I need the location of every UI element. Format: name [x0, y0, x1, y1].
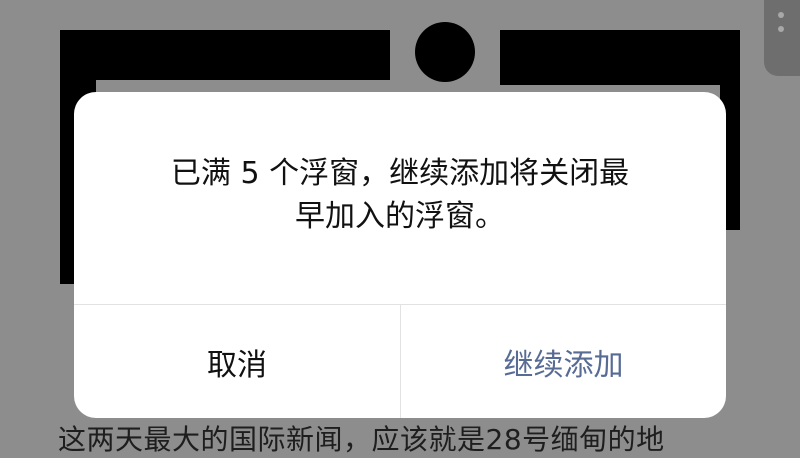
dialog-message-line-1: 已满 5 个浮窗，继续添加将关闭最: [170, 156, 630, 191]
cancel-button[interactable]: 取消: [74, 305, 400, 418]
more-menu-button[interactable]: [764, 0, 800, 76]
continue-add-button[interactable]: 继续添加: [401, 305, 726, 418]
dialog-message: 已满 5 个浮窗，继续添加将关闭最 早加入的浮窗。: [74, 152, 726, 238]
article-body-text: 这两天最大的国际新闻，应该就是28号缅甸的地: [58, 423, 665, 456]
dialog-message-line-2: 早加入的浮窗。: [295, 199, 505, 234]
floating-window-limit-dialog: 已满 5 个浮窗，继续添加将关闭最 早加入的浮窗。 取消 继续添加: [74, 92, 726, 418]
